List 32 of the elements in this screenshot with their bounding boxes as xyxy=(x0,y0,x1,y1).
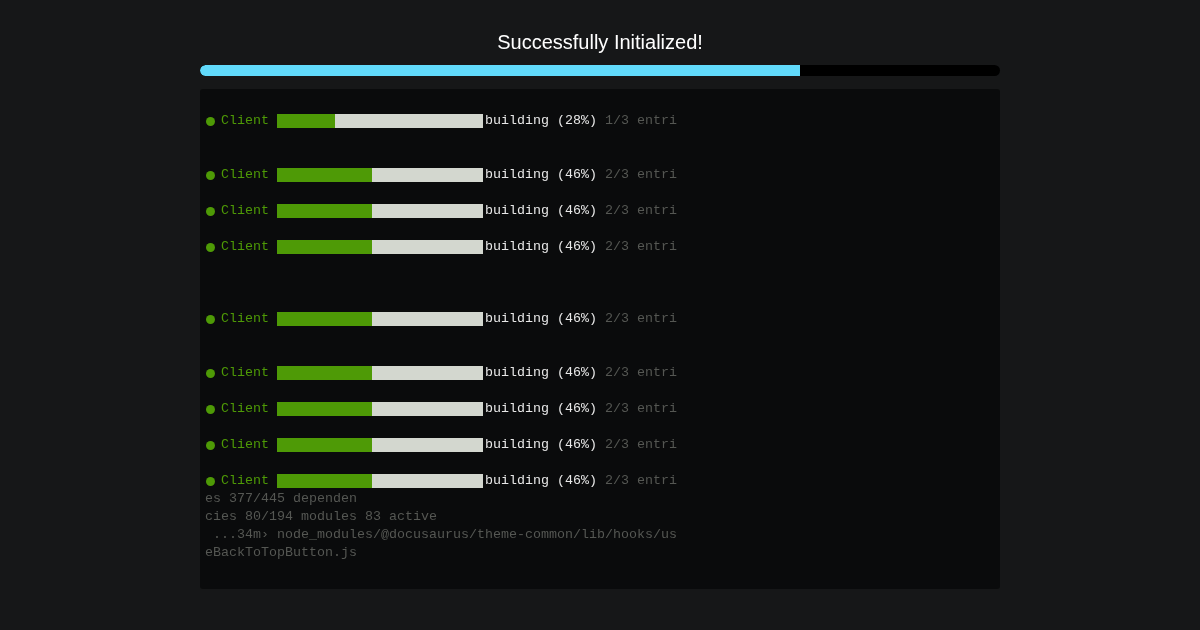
build-status: building (46%) xyxy=(485,202,597,220)
bundle-name: Client xyxy=(221,400,269,418)
bundle-name: Client xyxy=(221,166,269,184)
build-detail: 2/3 entri xyxy=(605,238,677,256)
build-detail: 2/3 entri xyxy=(605,310,677,328)
log-line: eBackToTopButton.js xyxy=(204,544,358,562)
bundle-name: Client xyxy=(221,112,269,130)
log-line: ...34m› node_modules/@docusaurus/theme-common/lib/hooks/us xyxy=(212,526,678,544)
bundle-name: Client xyxy=(221,238,269,256)
build-detail: 2/3 entri xyxy=(605,364,677,382)
log-line: cies 80/194 modules 83 active xyxy=(204,508,438,526)
build-detail: 2/3 entri xyxy=(605,436,677,454)
bundle-name: Client xyxy=(221,310,269,328)
page-title: Successfully Initialized! xyxy=(497,30,703,55)
build-status: building (46%) xyxy=(485,436,597,454)
build-detail: 2/3 entri xyxy=(605,166,677,184)
log-line: es 377/445 dependen xyxy=(204,490,358,508)
build-status: building (46%) xyxy=(485,166,597,184)
bundle-name: Client xyxy=(221,472,269,490)
bundle-name: Client xyxy=(221,364,269,382)
build-detail: 1/3 entri xyxy=(605,112,677,130)
bundle-name: Client xyxy=(221,202,269,220)
build-detail: 2/3 entri xyxy=(605,202,677,220)
build-status: building (46%) xyxy=(485,400,597,418)
build-status: building (46%) xyxy=(485,310,597,328)
build-status: building (28%) xyxy=(485,112,597,130)
build-detail: 2/3 entri xyxy=(605,472,677,490)
build-detail: 2/3 entri xyxy=(605,400,677,418)
bundle-name: Client xyxy=(221,436,269,454)
build-status: building (46%) xyxy=(485,364,597,382)
build-status: building (46%) xyxy=(485,238,597,256)
build-status: building (46%) xyxy=(485,472,597,490)
